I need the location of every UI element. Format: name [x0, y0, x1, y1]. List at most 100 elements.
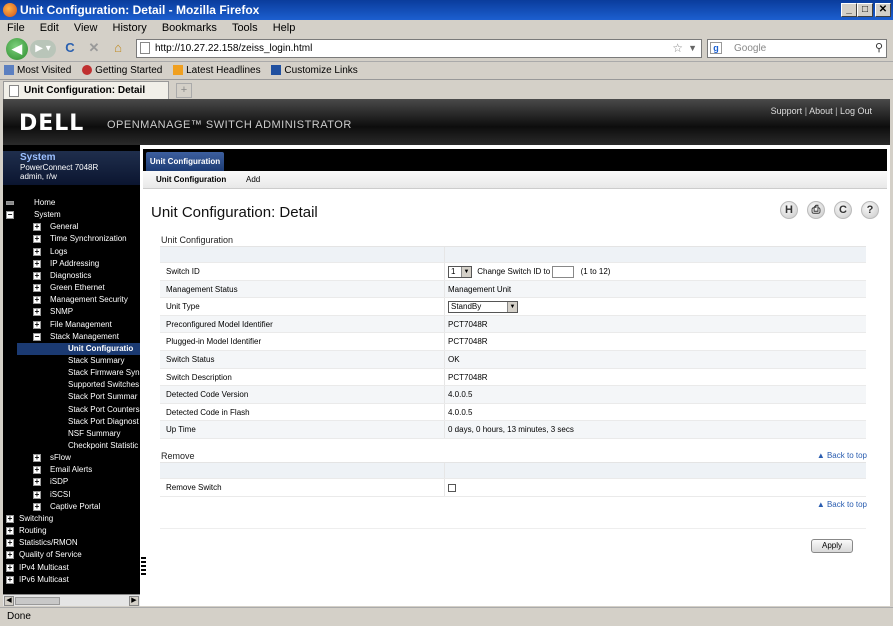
expand-icon[interactable]: + [33, 296, 41, 305]
tree-item[interactable]: Stack Summary [3, 355, 140, 367]
tree-item[interactable]: + Green Ethernet [3, 282, 140, 294]
reload-icon[interactable]: C [62, 38, 78, 58]
expand-icon[interactable]: + [6, 527, 14, 536]
bookmark-latest-headlines[interactable]: Latest Headlines [173, 65, 261, 76]
apply-button[interactable]: Apply [811, 539, 853, 553]
tree-item[interactable]: + sFlow [3, 452, 140, 464]
tree-item[interactable]: + iSCSI [3, 489, 140, 501]
logout-link[interactable]: Log Out [840, 106, 872, 116]
expand-icon[interactable]: + [33, 308, 41, 317]
save-icon[interactable]: H [780, 201, 798, 219]
menu-file[interactable]: File [7, 20, 25, 36]
expand-icon[interactable]: + [33, 454, 41, 463]
menu-help[interactable]: Help [273, 20, 296, 36]
expand-icon[interactable]: + [6, 551, 14, 560]
scroll-left-arrow[interactable]: ◀ [4, 596, 14, 606]
scroll-thumb[interactable] [15, 597, 60, 605]
tree-item[interactable]: + Quality of Service [3, 549, 140, 561]
expand-icon[interactable]: + [33, 320, 41, 329]
browser-tab[interactable]: Unit Configuration: Detail [3, 81, 169, 100]
tree-item[interactable]: + Management Security [3, 294, 140, 306]
home-icon[interactable]: ⌂ [110, 38, 126, 58]
tree-item[interactable]: Unit Configuratio [17, 342, 140, 355]
maximize-button[interactable]: □ [857, 3, 873, 17]
tree-item[interactable]: + IP Addressing [3, 258, 140, 270]
search-icon[interactable]: ⚲ [875, 40, 883, 57]
address-bar[interactable]: http://10.27.22.158/zeiss_login.html ☆ ▼ [136, 39, 702, 58]
about-link[interactable]: About [809, 106, 833, 116]
tree-item[interactable]: + Routing [3, 525, 140, 537]
tree-item[interactable]: + Time Synchronization [3, 233, 140, 245]
tree-item[interactable]: + Email Alerts [3, 464, 140, 476]
tree-item[interactable]: + General [3, 221, 140, 233]
chevron-down-icon[interactable]: ▼ [688, 40, 697, 57]
tree-item[interactable]: + Logs [3, 246, 140, 258]
bookmark-most-visited[interactable]: Most Visited [4, 65, 71, 76]
tab-unit-configuration[interactable]: Unit Configuration [146, 152, 224, 172]
expand-icon[interactable]: + [6, 575, 14, 584]
tree-item[interactable]: Stack Port Counters [3, 404, 140, 416]
support-link[interactable]: Support [771, 106, 803, 116]
bookmark-getting-started[interactable]: Getting Started [82, 65, 162, 76]
collapse-icon[interactable]: − [33, 332, 41, 341]
tree-item[interactable]: + Switching [3, 513, 140, 525]
tree-item[interactable]: + Statistics/RMON [3, 537, 140, 549]
help-icon[interactable]: ? [861, 201, 879, 219]
tree-item[interactable]: + iSDP [3, 476, 140, 488]
tree-item[interactable]: + IPv4 Multicast [3, 562, 140, 574]
tree-item[interactable]: − System [3, 209, 140, 221]
menu-history[interactable]: History [113, 20, 147, 36]
close-button[interactable]: ✕ [875, 3, 891, 17]
tree-item[interactable]: + IPv6 Multicast [3, 574, 140, 586]
bookmark-customize-links[interactable]: Customize Links [271, 65, 358, 76]
expand-icon[interactable]: + [33, 490, 41, 499]
tree-item[interactable]: Supported Switches [3, 379, 140, 391]
stop-icon[interactable]: ✕ [86, 38, 102, 58]
expand-icon[interactable]: + [33, 284, 41, 293]
tree-item[interactable]: + File Management [3, 319, 140, 331]
new-tab-button[interactable]: + [176, 83, 192, 98]
expand-icon[interactable]: + [33, 271, 41, 280]
expand-icon[interactable]: + [6, 539, 14, 548]
tree-item[interactable]: Checkpoint Statistic [3, 440, 140, 452]
change-id-input[interactable] [552, 265, 575, 278]
tree-item[interactable]: Stack Firmware Syn [3, 367, 140, 379]
tree-item[interactable]: + Captive Portal [3, 501, 140, 513]
expand-icon[interactable]: + [33, 478, 41, 487]
expand-icon[interactable]: + [6, 563, 14, 572]
expand-icon[interactable]: + [33, 223, 41, 232]
tree-item[interactable]: NSF Summary [3, 428, 140, 440]
menu-view[interactable]: View [74, 20, 98, 36]
expand-icon[interactable]: + [33, 502, 41, 511]
menu-tools[interactable]: Tools [232, 20, 258, 36]
menu-bookmarks[interactable]: Bookmarks [162, 20, 217, 36]
remove-switch-checkbox[interactable] [448, 483, 456, 492]
bookmark-star-icon[interactable]: ☆ [672, 40, 683, 57]
collapse-icon[interactable]: − [6, 211, 14, 220]
refresh-icon[interactable]: C [834, 201, 852, 219]
expand-icon[interactable]: + [33, 235, 41, 244]
back-button[interactable]: ◀ [6, 38, 28, 60]
unit-type-select[interactable]: StandBy ▼ [448, 301, 518, 314]
tree-item[interactable]: + SNMP [3, 306, 140, 318]
menu-edit[interactable]: Edit [40, 20, 59, 36]
forward-button[interactable]: ▶ ▾ [30, 40, 56, 58]
search-box[interactable]: g Google ⚲ [707, 39, 887, 58]
sidebar-scrollbar[interactable]: ◀ ▶ [3, 594, 140, 606]
switch-id-select[interactable]: 1 ▼ [448, 265, 472, 278]
tree-item[interactable]: − Stack Management [3, 331, 140, 343]
print-icon[interactable]: ⎙ [807, 201, 825, 219]
tree-item[interactable]: Home [3, 197, 140, 209]
expand-icon[interactable]: + [33, 247, 41, 256]
tree-item[interactable]: + Diagnostics [3, 270, 140, 282]
tree-item[interactable]: Stack Port Summar [3, 391, 140, 403]
minimize-button[interactable]: _ [841, 3, 857, 17]
expand-icon[interactable]: + [33, 466, 41, 475]
subnav-unit-configuration[interactable]: Unit Configuration [156, 171, 226, 189]
expand-icon[interactable]: + [6, 514, 14, 523]
back-to-top-link[interactable]: ▲ Back to top [817, 451, 867, 460]
scroll-right-arrow[interactable]: ▶ [129, 596, 139, 606]
google-icon[interactable]: g [710, 42, 722, 54]
expand-icon[interactable]: + [33, 259, 41, 268]
back-to-top-link[interactable]: ▲ Back to top [817, 500, 867, 509]
